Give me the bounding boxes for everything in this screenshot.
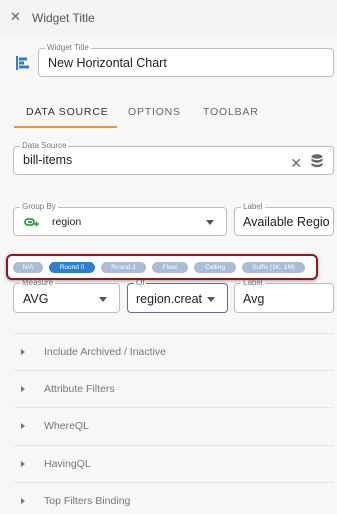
tab-data-source[interactable]: DATA SOURCE	[26, 106, 109, 118]
chevron-down-icon[interactable]	[207, 297, 215, 302]
chevron-right-icon	[21, 423, 25, 429]
accordion-label: HavingQL	[44, 458, 91, 470]
accordion-whereql[interactable]: WhereQL	[14, 407, 334, 444]
label-input-measure[interactable]: Avg	[243, 292, 264, 306]
widget-title-field[interactable]: Widget Title New Horizontal Chart	[38, 43, 334, 77]
chip-ceiling[interactable]: Ceiling	[194, 262, 236, 273]
database-icon[interactable]	[311, 154, 323, 168]
accordion-label: Attribute Filters	[44, 383, 115, 395]
accordion-havingql[interactable]: HavingQL	[14, 445, 334, 482]
measure-value: AVG	[23, 292, 49, 306]
chevron-down-icon[interactable]	[99, 297, 107, 302]
label-field-measure[interactable]: Label Avg	[234, 278, 334, 313]
data-source-legend: Data Source	[20, 141, 69, 151]
measure-field[interactable]: Measure AVG	[13, 278, 120, 313]
chevron-right-icon	[21, 498, 25, 504]
close-icon[interactable]: ✕	[10, 10, 21, 24]
widget-header: ✕ Widget Title	[0, 0, 337, 36]
label-legend: Label	[241, 202, 265, 212]
chip-round-0[interactable]: Round 0	[49, 262, 95, 273]
tab-options[interactable]: OPTIONS	[128, 106, 181, 118]
accordion-label: Include Archived / Inactive	[44, 346, 166, 358]
header-title: Widget Title	[32, 11, 95, 25]
chip-round-2[interactable]: Round 2	[101, 262, 146, 273]
chip-suffix[interactable]: Suffix (1K, 1M)	[242, 262, 305, 273]
data-source-field[interactable]: Data Source bill-items ✕	[13, 141, 334, 175]
widget-title-legend: Widget Title	[45, 43, 91, 53]
group-by-value: region	[52, 216, 82, 228]
chip-na[interactable]: N/A	[13, 262, 43, 273]
clear-icon[interactable]: ✕	[290, 155, 302, 172]
of-field[interactable]: Of region.creat	[127, 278, 228, 313]
accordion-top-filters-binding[interactable]: Top Filters Binding	[14, 482, 334, 514]
chevron-right-icon	[21, 349, 25, 355]
chevron-right-icon	[21, 461, 25, 467]
accordion-label: WhereQL	[44, 420, 89, 432]
label-input-group[interactable]: Available Regio	[243, 215, 333, 229]
group-by-field[interactable]: Group By region	[13, 202, 227, 236]
link-add-icon	[24, 218, 39, 227]
chevron-right-icon	[21, 386, 25, 392]
of-value: region.creat	[136, 292, 202, 306]
accordion-attribute-filters[interactable]: Attribute Filters	[14, 370, 334, 407]
rounding-chip-group: N/A Round 0 Round 2 Floor Ceiling Suffix…	[6, 254, 318, 280]
active-tab-indicator	[14, 126, 117, 128]
accordion-label: Top Filters Binding	[44, 495, 131, 507]
tab-toolbar[interactable]: TOOLBAR	[203, 106, 259, 118]
data-source-input[interactable]: bill-items	[23, 153, 72, 167]
accordion-include-archived[interactable]: Include Archived / Inactive	[14, 333, 334, 370]
chip-floor[interactable]: Floor	[152, 262, 188, 273]
horizontal-bar-chart-icon	[16, 56, 29, 70]
chevron-down-icon[interactable]	[206, 220, 214, 225]
label-field-group[interactable]: Label Available Regio	[234, 202, 334, 236]
group-by-legend: Group By	[20, 202, 58, 212]
widget-title-input[interactable]: New Horizontal Chart	[48, 56, 167, 70]
